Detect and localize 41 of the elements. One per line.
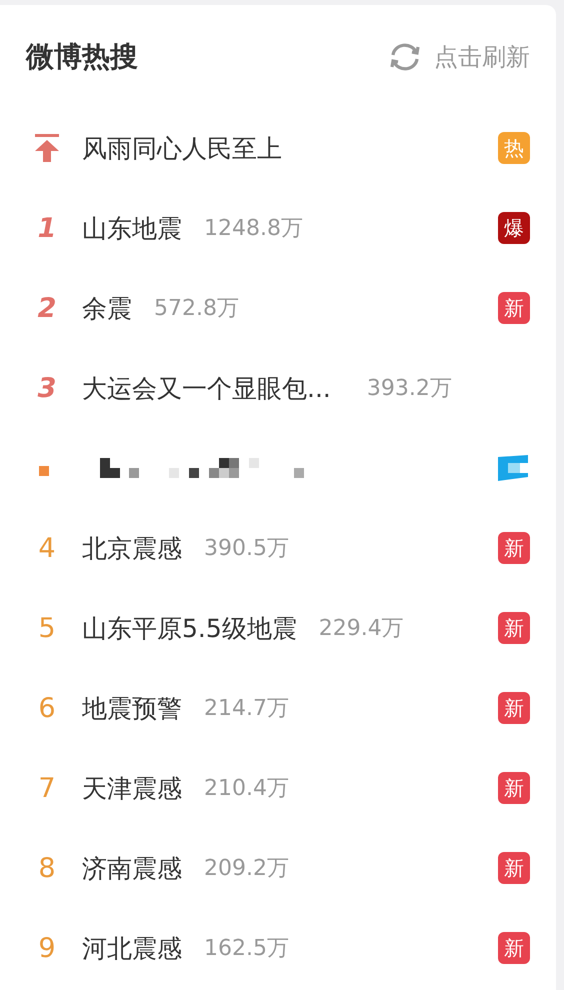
topic-title[interactable]: 山东地震 bbox=[82, 212, 182, 244]
panel-title: 微博热搜 bbox=[26, 38, 138, 74]
topic-tag: 新 bbox=[498, 532, 530, 564]
tag-icon bbox=[498, 455, 528, 481]
rank-number: 3 bbox=[38, 372, 56, 404]
heat-count: 229.4万 bbox=[318, 615, 404, 643]
heat-count: 162.5万 bbox=[204, 935, 289, 963]
topic-tag: 新 bbox=[498, 852, 530, 884]
refresh-icon bbox=[388, 42, 422, 72]
heat-count: 572.8万 bbox=[154, 295, 239, 323]
rank-number: 1 bbox=[38, 212, 56, 244]
topic-title[interactable]: 河北震感 bbox=[82, 932, 182, 964]
rank-number: 7 bbox=[38, 772, 56, 804]
topic-tag: 爆 bbox=[498, 212, 530, 244]
topic-title[interactable]: 北京震感 bbox=[82, 532, 182, 564]
topic-tag: 新 bbox=[498, 932, 530, 964]
rank-number: 9 bbox=[38, 932, 56, 964]
topic-title[interactable]: 风雨同心人民至上 bbox=[82, 132, 282, 164]
topic-tag: 新 bbox=[498, 692, 530, 724]
rank-number: 6 bbox=[38, 692, 56, 724]
heat-count: 214.7万 bbox=[204, 695, 289, 723]
rank-number: 8 bbox=[38, 852, 56, 884]
pin-to-top-icon bbox=[35, 134, 59, 162]
heat-count: 210.4万 bbox=[204, 775, 289, 803]
heat-count: 1248.8万 bbox=[204, 215, 303, 243]
heat-count: 393.2万 bbox=[366, 375, 452, 403]
topic-tag: 热 bbox=[498, 132, 530, 164]
rank-number: 4 bbox=[38, 532, 56, 564]
heat-count: 209.2万 bbox=[204, 855, 289, 883]
topic-title[interactable]: 地震预警 bbox=[82, 692, 182, 724]
topic-title[interactable]: 余震 bbox=[82, 292, 132, 324]
topic-tag: 新 bbox=[498, 612, 530, 644]
topic-tag: 新 bbox=[498, 292, 530, 324]
rank-number: 2 bbox=[38, 292, 56, 324]
topic-title[interactable]: 济南震感 bbox=[82, 852, 182, 884]
topic-tag: 新 bbox=[498, 772, 530, 804]
topic-title[interactable]: 天津震感 bbox=[82, 772, 182, 804]
topic-title[interactable]: 大运会又一个显眼包... bbox=[82, 372, 331, 404]
topic-title[interactable]: 山东平原5.5级地震 bbox=[82, 612, 297, 644]
heat-count: 390.5万 bbox=[204, 535, 289, 563]
rank-number: 5 bbox=[38, 612, 56, 644]
